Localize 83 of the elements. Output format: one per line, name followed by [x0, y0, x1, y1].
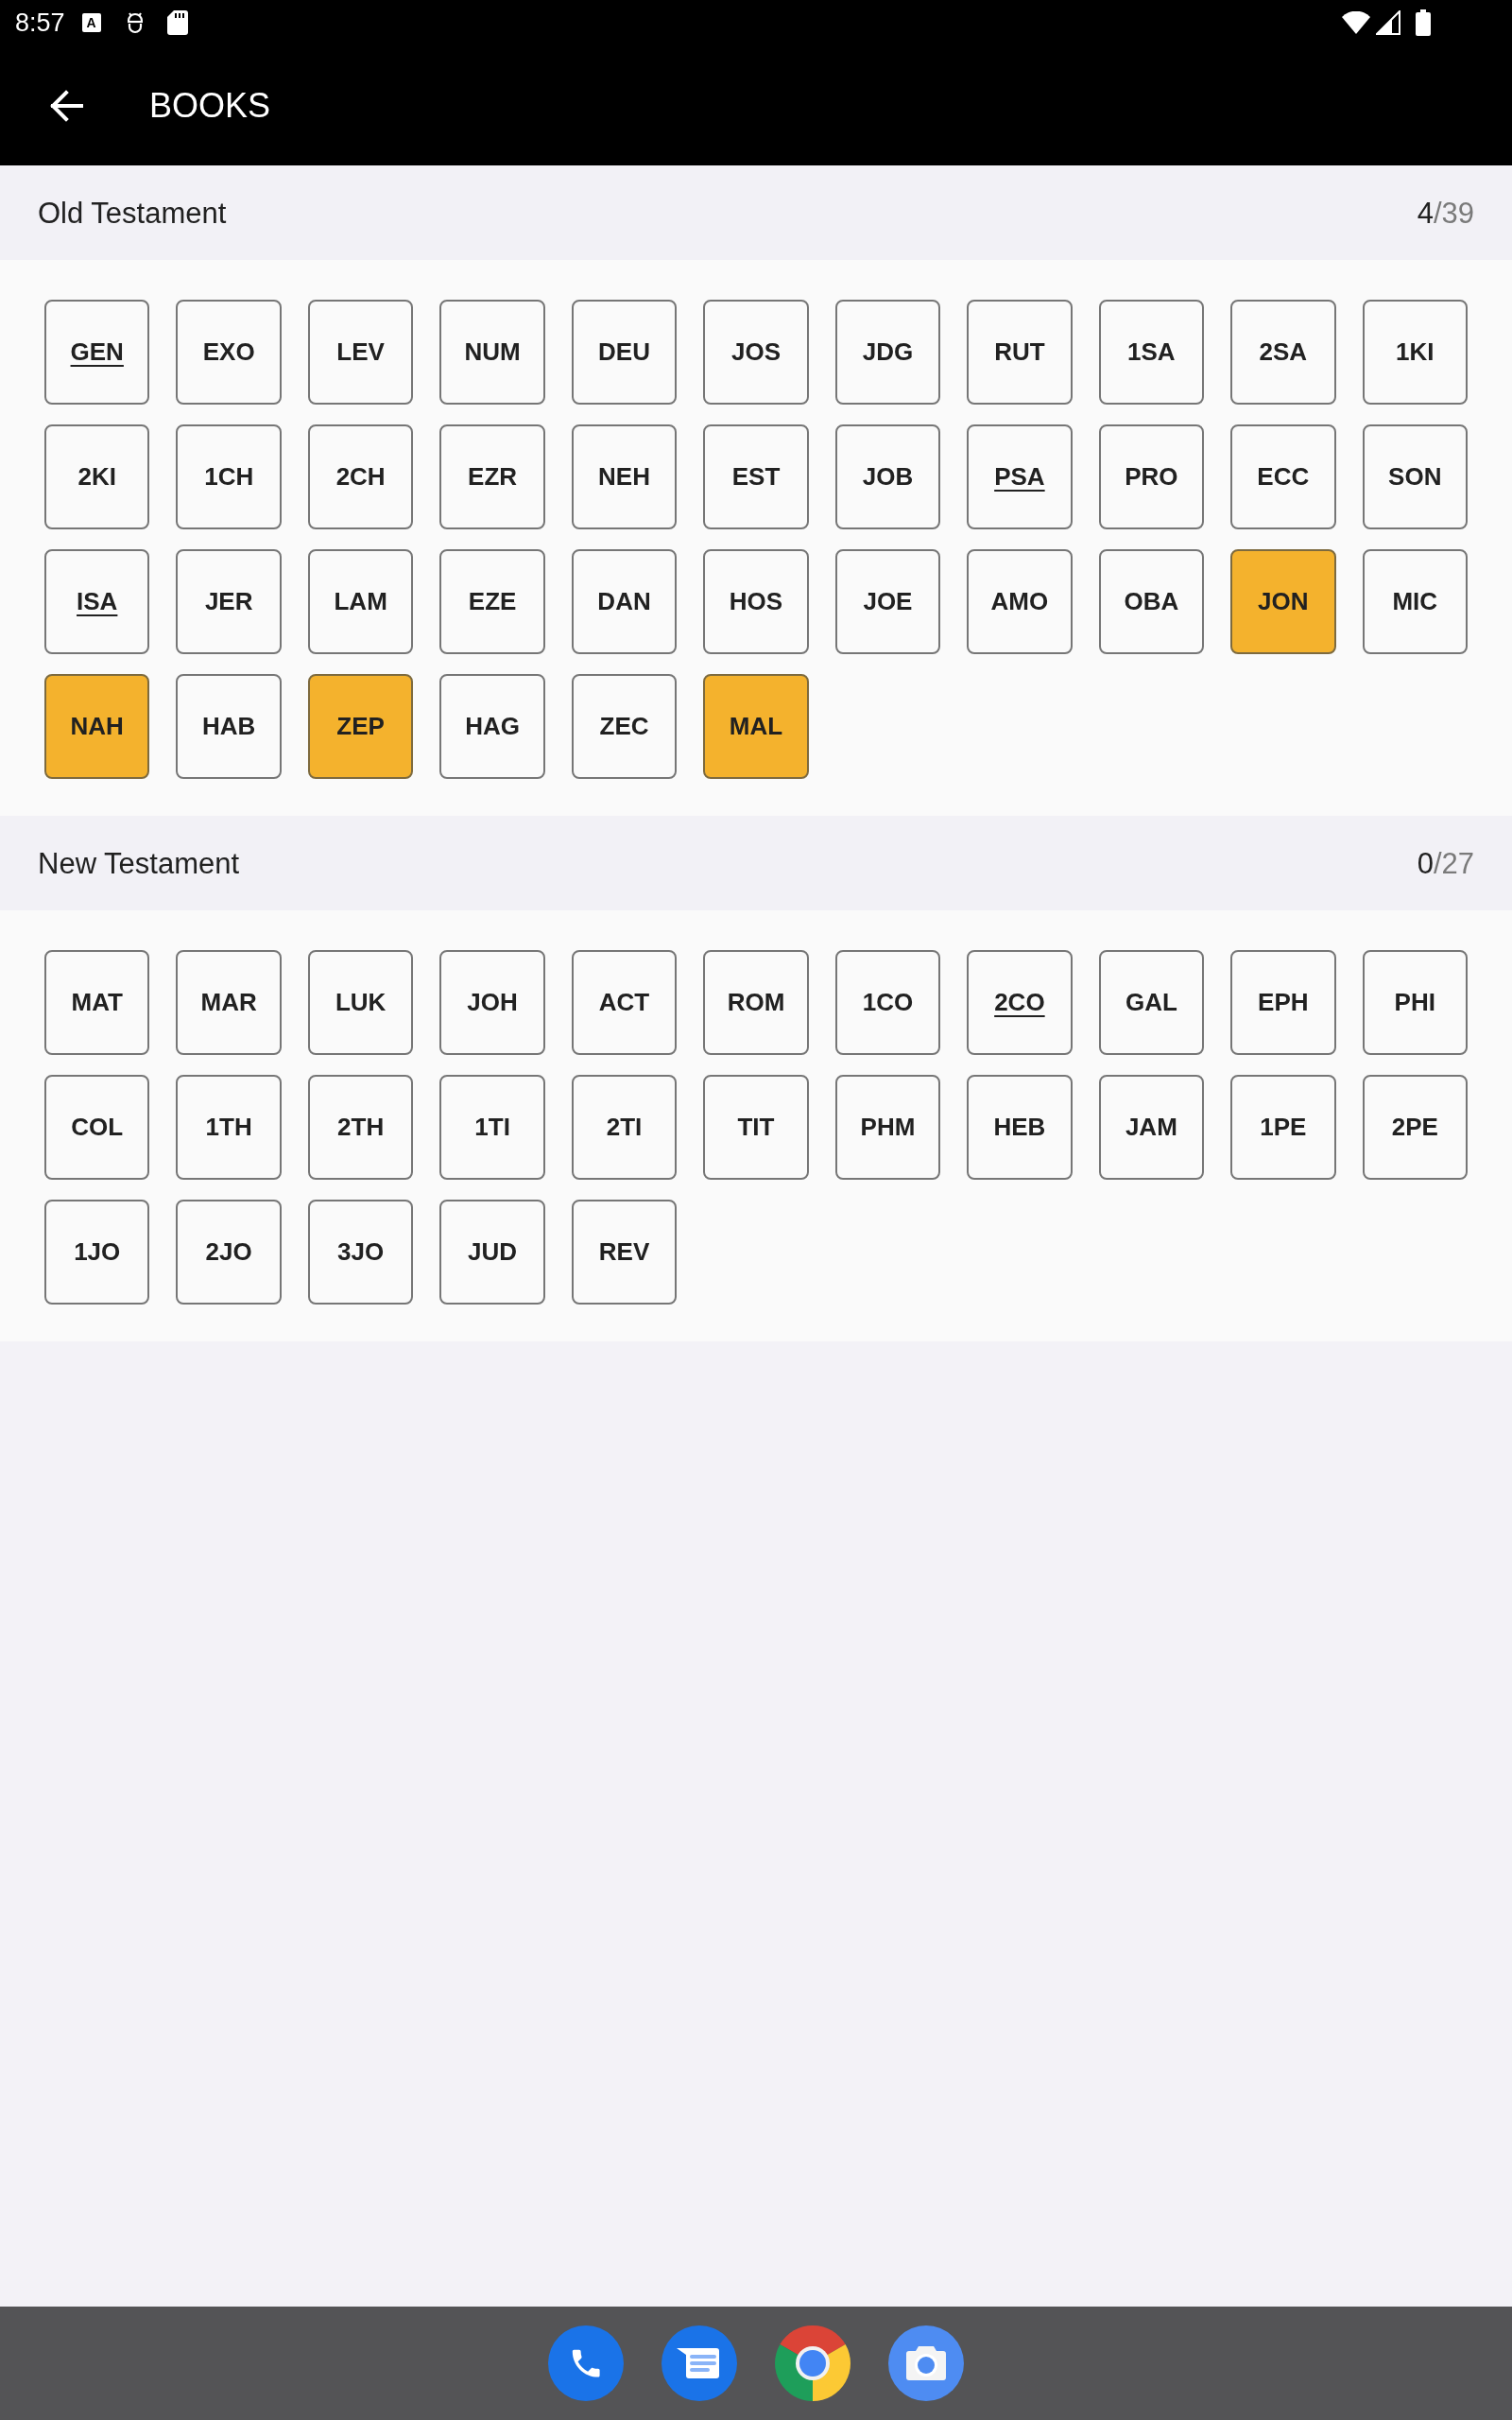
book-button[interactable]: MAL [703, 674, 809, 779]
book-button[interactable]: 2SA [1230, 300, 1336, 405]
phone-icon[interactable] [548, 2325, 624, 2401]
book-button[interactable]: 3JO [307, 1200, 414, 1305]
book-button[interactable]: 2JO [176, 1200, 282, 1305]
book-button[interactable]: JOE [834, 549, 941, 654]
wifi-icon [1342, 11, 1370, 34]
selection-count: 4/39 [1417, 198, 1474, 228]
back-arrow-icon [49, 88, 83, 123]
book-button[interactable]: TIT [703, 1075, 809, 1180]
book-button[interactable]: PRO [1098, 424, 1205, 529]
sd-card-icon [166, 10, 188, 35]
book-button[interactable]: REV [571, 1200, 678, 1305]
book-button[interactable]: PHM [834, 1075, 941, 1180]
robot-icon [125, 11, 145, 34]
book-button[interactable]: SON [1362, 424, 1468, 529]
screen-title: BOOKS [149, 88, 271, 123]
book-button[interactable]: JON [1230, 549, 1336, 654]
book-button[interactable]: RUT [967, 300, 1073, 405]
book-button[interactable]: EPH [1230, 950, 1336, 1055]
book-button[interactable]: LEV [307, 300, 414, 405]
book-button[interactable]: JDG [834, 300, 941, 405]
camera-icon[interactable] [888, 2325, 964, 2401]
book-button[interactable]: OBA [1098, 549, 1205, 654]
book-button[interactable]: NEH [571, 424, 678, 529]
book-button[interactable]: PSA [967, 424, 1073, 529]
book-button[interactable]: 1TH [176, 1075, 282, 1180]
book-button[interactable]: HEB [967, 1075, 1073, 1180]
book-button[interactable]: NUM [439, 300, 545, 405]
book-button[interactable]: JER [176, 549, 282, 654]
book-button[interactable]: PHI [1362, 950, 1468, 1055]
book-button[interactable]: 1TI [439, 1075, 545, 1180]
book-button[interactable]: 2PE [1362, 1075, 1468, 1180]
section-title: Old Testament [38, 198, 227, 228]
book-button[interactable]: JOS [703, 300, 809, 405]
book-button[interactable]: ROM [703, 950, 809, 1055]
book-button[interactable]: GEN [44, 300, 150, 405]
book-button[interactable]: HOS [703, 549, 809, 654]
book-button[interactable]: JOH [439, 950, 545, 1055]
book-button[interactable]: ISA [44, 549, 150, 654]
book-button[interactable]: JAM [1098, 1075, 1205, 1180]
book-button[interactable]: 2KI [44, 424, 150, 529]
book-button[interactable]: DAN [571, 549, 678, 654]
book-button[interactable]: 1CO [834, 950, 941, 1055]
book-button[interactable]: 1JO [44, 1200, 150, 1305]
book-button[interactable]: COL [44, 1075, 150, 1180]
browser-icon[interactable] [775, 2325, 850, 2401]
book-button[interactable]: LUK [307, 950, 414, 1055]
book-button[interactable]: ECC [1230, 424, 1336, 529]
book-button[interactable]: EZR [439, 424, 545, 529]
book-button[interactable]: 2TH [307, 1075, 414, 1180]
book-button[interactable]: DEU [571, 300, 678, 405]
notification-badge: A [81, 13, 101, 32]
book-button[interactable]: JUD [439, 1200, 545, 1305]
book-button[interactable]: 1SA [1098, 300, 1205, 405]
book-button[interactable]: EST [703, 424, 809, 529]
book-button[interactable]: HAG [439, 674, 545, 779]
book-button[interactable]: 2CH [307, 424, 414, 529]
book-button[interactable]: MIC [1362, 549, 1468, 654]
message-icon[interactable] [662, 2325, 737, 2401]
book-button[interactable]: LAM [307, 549, 414, 654]
book-button[interactable]: 2TI [571, 1075, 678, 1180]
selection-count: 0/27 [1417, 848, 1474, 878]
book-button[interactable]: ZEP [307, 674, 414, 779]
status-time: 8:57 [15, 9, 65, 36]
signal-icon [1376, 10, 1400, 35]
book-button[interactable]: ZEC [571, 674, 678, 779]
book-button[interactable]: 2CO [967, 950, 1073, 1055]
book-button[interactable]: MAR [176, 950, 282, 1055]
book-button[interactable]: MAT [44, 950, 150, 1055]
battery-icon [1416, 9, 1431, 36]
book-button[interactable]: 1PE [1230, 1075, 1336, 1180]
book-button[interactable]: 1KI [1362, 300, 1468, 405]
book-button[interactable]: EZE [439, 549, 545, 654]
book-button[interactable]: JOB [834, 424, 941, 529]
book-button[interactable]: GAL [1098, 950, 1205, 1055]
section-title: New Testament [38, 848, 240, 878]
book-button[interactable]: ACT [571, 950, 678, 1055]
book-button[interactable]: AMO [967, 549, 1073, 654]
book-button[interactable]: NAH [44, 674, 150, 779]
book-button[interactable]: 1CH [176, 424, 282, 529]
book-button[interactable]: HAB [176, 674, 282, 779]
book-button[interactable]: EXO [176, 300, 282, 405]
